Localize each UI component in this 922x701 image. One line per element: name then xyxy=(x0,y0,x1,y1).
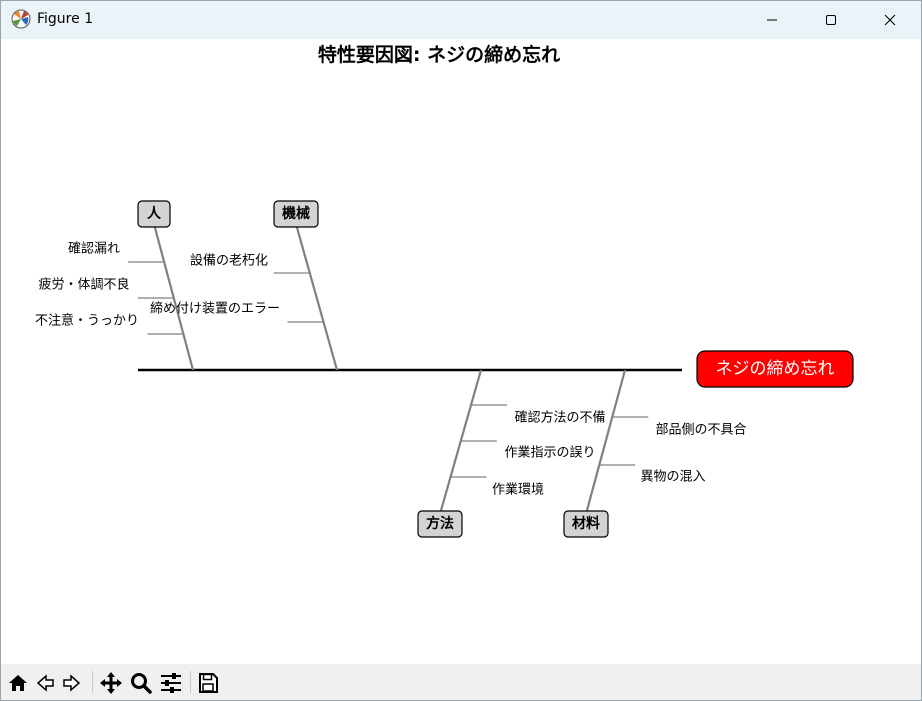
cause-label: 疲労・体調不良 xyxy=(38,277,129,293)
pan-button[interactable] xyxy=(98,670,124,696)
fishbone-diagram: 特性要因図: ネジの締め忘れネジの締め忘れ 人確認漏れ疲労・体調不良不注意・うっか… xyxy=(35,43,854,538)
category-bone xyxy=(584,369,627,515)
save-icon xyxy=(199,673,218,693)
maximize-icon xyxy=(826,15,836,25)
category-bone xyxy=(294,223,339,371)
cause-label: 部品側の不具合 xyxy=(655,423,746,438)
save-button[interactable] xyxy=(195,670,221,696)
close-icon xyxy=(884,14,896,26)
effect-label: ネジの締め忘れ xyxy=(716,359,835,379)
matplotlib-app-icon xyxy=(11,9,31,29)
window-title: Figure 1 xyxy=(37,11,94,27)
toolbar-separator xyxy=(190,671,191,693)
diagram-title: 特性要因図: ネジの締め忘れ xyxy=(318,43,560,66)
category-label: 方法 xyxy=(426,515,454,532)
forward-icon xyxy=(63,674,81,692)
zoom-icon xyxy=(131,673,152,694)
zoom-button[interactable] xyxy=(128,670,154,696)
configure-subplots-icon xyxy=(161,673,181,693)
title-bar[interactable]: Figure 1 xyxy=(1,1,921,39)
minimize-button[interactable] xyxy=(743,1,801,39)
toolbar-separator xyxy=(92,671,93,693)
category-label: 機械 xyxy=(282,205,310,222)
cause-label: 作業環境 xyxy=(492,482,544,498)
cause-label: 異物の混入 xyxy=(640,470,705,485)
back-button[interactable] xyxy=(32,670,58,696)
back-icon xyxy=(36,674,54,692)
configure-subplots-button[interactable] xyxy=(158,670,184,696)
category-bone xyxy=(152,223,195,371)
cause-label: 締め付け装置のエラー xyxy=(150,301,280,317)
home-icon xyxy=(9,675,27,691)
minimize-icon xyxy=(767,19,777,21)
close-button[interactable] xyxy=(861,1,919,39)
navigation-toolbar xyxy=(1,664,921,700)
category-label: 人 xyxy=(147,205,162,222)
cause-label: 確認漏れ xyxy=(68,241,120,257)
forward-button[interactable] xyxy=(59,670,85,696)
home-button[interactable] xyxy=(5,670,31,696)
figure-canvas[interactable]: 特性要因図: ネジの締め忘れネジの締め忘れ 人確認漏れ疲労・体調不良 不注意・うっか… xyxy=(1,39,921,664)
cause-label: 設備の老朽化 xyxy=(190,253,268,269)
cause-label: 作業指示の誤り xyxy=(504,445,595,461)
cause-label: 確認方法の不備 xyxy=(514,410,605,426)
figure-window: Figure 1 特性要因図: ネジの締め忘れネジの締め忘れ 人確認漏れ疲労・体調… xyxy=(0,0,922,701)
cause-label: 不注意・うっかり xyxy=(35,313,139,329)
category-bone xyxy=(438,369,483,515)
category-label: 材料 xyxy=(572,515,600,532)
pan-icon xyxy=(100,672,122,694)
maximize-button[interactable] xyxy=(802,1,860,39)
